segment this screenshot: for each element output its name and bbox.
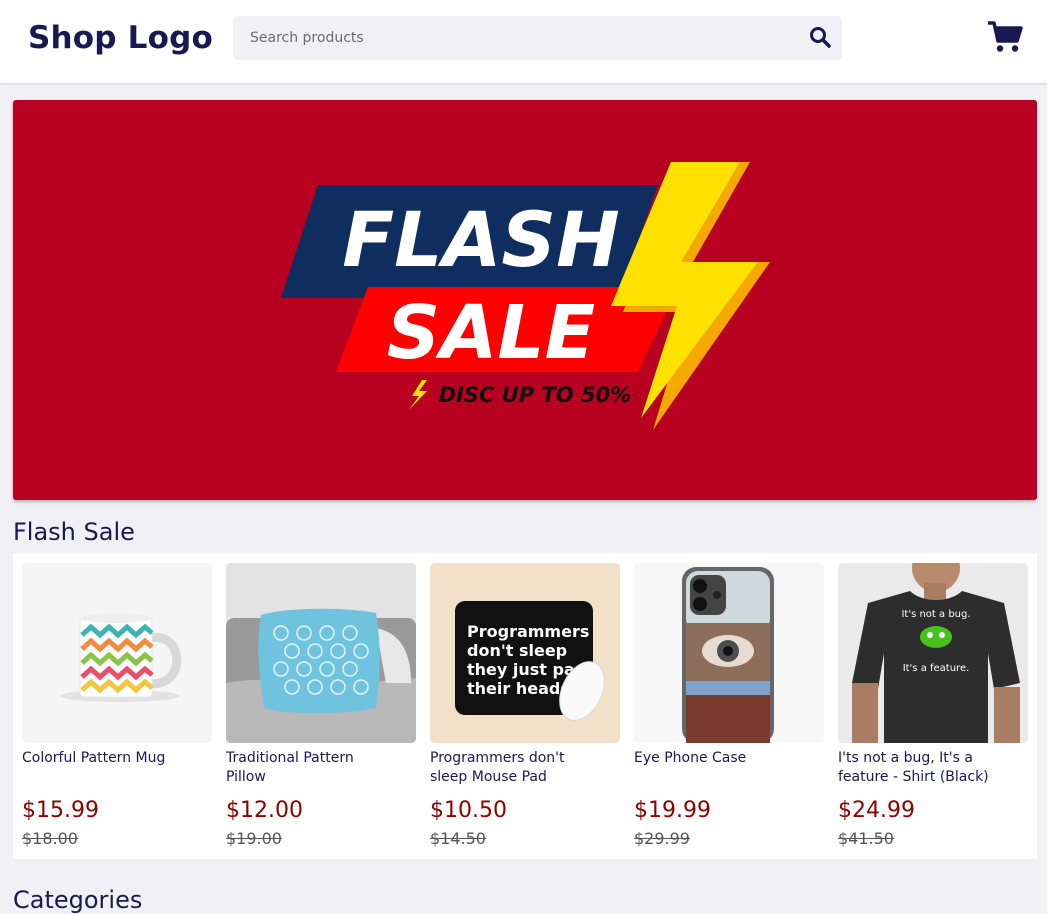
product-price: $12.00 xyxy=(226,798,303,823)
product-price: $24.99 xyxy=(838,798,915,823)
banner-tagline: DISC UP TO 50% xyxy=(439,383,632,407)
product-name[interactable]: Eye Phone Case xyxy=(634,749,794,768)
product-card[interactable]: Colorful Pattern Mug $15.99 $18.00 xyxy=(22,563,212,853)
search-bar xyxy=(233,16,842,60)
product-price: $19.99 xyxy=(634,798,711,823)
product-name[interactable]: Traditional Pattern Pillow xyxy=(226,749,386,787)
product-old-price: $29.99 xyxy=(634,829,690,848)
flash-sale-products: Colorful Pattern Mug $15.99 $18.00 Tradi… xyxy=(13,553,1037,859)
product-old-price: $19.00 xyxy=(226,829,282,848)
small-bolt-icon xyxy=(409,380,427,410)
product-card[interactable]: It's not a bug. It's a feature. I'ts not… xyxy=(838,563,1028,853)
cart-button[interactable] xyxy=(985,19,1025,57)
shirt-text-1: It's not a bug. xyxy=(901,609,970,620)
product-price: $15.99 xyxy=(22,798,99,823)
banner-graphic: FLASH SALE DISC UP TO 50% xyxy=(281,162,770,430)
search-input[interactable] xyxy=(233,16,793,60)
mousepad-text-1: Programmers xyxy=(467,622,589,641)
mousepad-text-2: don't sleep xyxy=(467,641,567,660)
search-icon xyxy=(810,27,831,48)
product-price: $10.50 xyxy=(430,798,507,823)
shirt-text-2: It's a feature. xyxy=(903,663,970,674)
search-button[interactable] xyxy=(808,26,832,50)
product-name[interactable]: Programmers don't sleep Mouse Pad xyxy=(430,749,590,787)
product-old-price: $18.00 xyxy=(22,829,78,848)
product-image-t-shirt[interactable]: It's not a bug. It's a feature. xyxy=(838,563,1028,743)
product-card[interactable]: Traditional Pattern Pillow $12.00 $19.00 xyxy=(226,563,416,853)
product-name[interactable]: I'ts not a bug, It's a feature - Shirt (… xyxy=(838,749,998,787)
categories-title: Categories xyxy=(13,886,143,914)
product-old-price: $14.50 xyxy=(430,829,486,848)
product-image-mug[interactable] xyxy=(22,563,212,743)
product-image-phone-case[interactable] xyxy=(634,563,824,743)
product-image-mousepad[interactable]: Programmers don't sleep they just park t… xyxy=(430,563,620,743)
product-image-pillow[interactable] xyxy=(226,563,416,743)
product-card[interactable]: Eye Phone Case $19.99 $29.99 xyxy=(634,563,824,853)
shop-logo[interactable]: Shop Logo xyxy=(28,20,213,56)
flash-sale-title: Flash Sale xyxy=(13,518,135,546)
product-old-price: $41.50 xyxy=(838,829,894,848)
site-header: Shop Logo xyxy=(0,0,1047,84)
banner-line1: FLASH xyxy=(342,195,620,284)
product-name[interactable]: Colorful Pattern Mug xyxy=(22,749,182,768)
shopping-cart-icon xyxy=(988,20,1023,52)
banner-line2: SALE xyxy=(387,290,595,376)
product-card[interactable]: Programmers don't sleep they just park t… xyxy=(430,563,620,853)
flash-sale-banner[interactable]: FLASH SALE DISC UP TO 50% xyxy=(13,100,1037,500)
